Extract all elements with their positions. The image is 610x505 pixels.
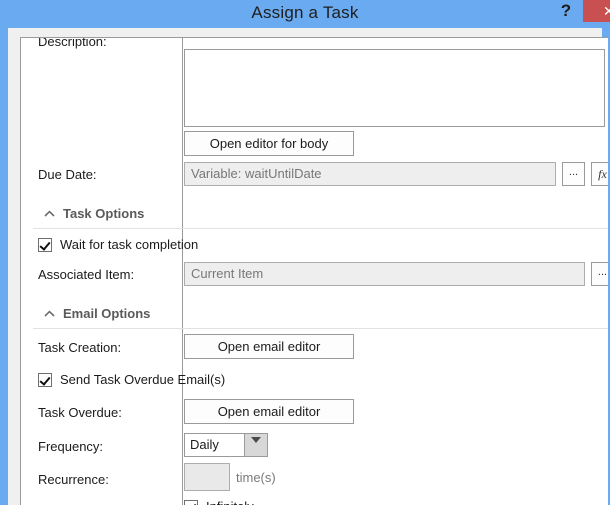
checkbox-icon[interactable] — [184, 500, 198, 505]
wait-for-task-completion-label: Wait for task completion — [60, 237, 199, 252]
recurrence-label: Recurrence: — [38, 472, 109, 487]
chevron-up-svg — [44, 210, 55, 217]
frequency-select[interactable]: Daily — [184, 433, 268, 457]
due-date-browse-button[interactable]: ... — [562, 162, 585, 186]
frequency-selected-value: Daily — [190, 437, 219, 452]
task-options-title: Task Options — [63, 206, 145, 221]
associated-item-input[interactable]: Current Item — [184, 262, 585, 286]
checkbox-icon[interactable] — [38, 373, 52, 387]
content-panel: Description: Open editor for body Due Da… — [8, 28, 608, 505]
task-overdue-label: Task Overdue: — [38, 405, 122, 420]
task-creation-label: Task Creation: — [38, 340, 122, 355]
recurrence-unit-label: time(s) — [236, 470, 276, 485]
send-task-overdue-email-label: Send Task Overdue Email(s) — [60, 372, 226, 387]
chevron-down-icon — [251, 437, 261, 443]
help-button[interactable]: ? — [552, 0, 580, 22]
task-options-section-header[interactable]: Task Options — [33, 203, 608, 229]
description-label: Description: — [38, 37, 107, 49]
email-options-section-header[interactable]: Email Options — [33, 303, 608, 329]
form-area: Description: Open editor for body Due Da… — [20, 37, 608, 505]
close-icon: ✕ — [603, 3, 610, 19]
chevron-up-icon — [44, 307, 55, 321]
task-creation-open-email-editor-button[interactable]: Open email editor — [184, 334, 354, 359]
title-bar: Assign a Task ? ✕ — [0, 0, 610, 28]
window-title: Assign a Task — [251, 3, 359, 22]
description-textarea[interactable] — [184, 49, 605, 127]
frequency-label: Frequency: — [38, 439, 104, 454]
open-editor-for-body-button[interactable]: Open editor for body — [184, 131, 354, 156]
close-button[interactable]: ✕ — [583, 0, 610, 22]
due-date-input[interactable]: Variable: waitUntilDate — [184, 162, 556, 186]
associated-item-label: Associated Item: — [38, 267, 135, 282]
chevron-up-svg — [44, 310, 55, 317]
recurrence-input[interactable] — [184, 463, 230, 491]
label-column-divider — [182, 38, 183, 505]
infinitely-label: Infinitely — [206, 499, 254, 505]
due-date-label: Due Date: — [38, 167, 97, 182]
checkbox-icon[interactable] — [38, 238, 52, 252]
assign-task-dialog: Assign a Task ? ✕ Description: Open edit… — [0, 0, 610, 505]
due-date-fx-button[interactable]: fx — [591, 162, 608, 186]
dropdown-arrow-button[interactable] — [244, 434, 267, 456]
email-options-title: Email Options — [63, 306, 151, 321]
associated-item-browse-button[interactable]: ... — [591, 262, 608, 286]
chevron-up-icon — [44, 207, 55, 221]
task-overdue-open-email-editor-button[interactable]: Open email editor — [184, 399, 354, 424]
